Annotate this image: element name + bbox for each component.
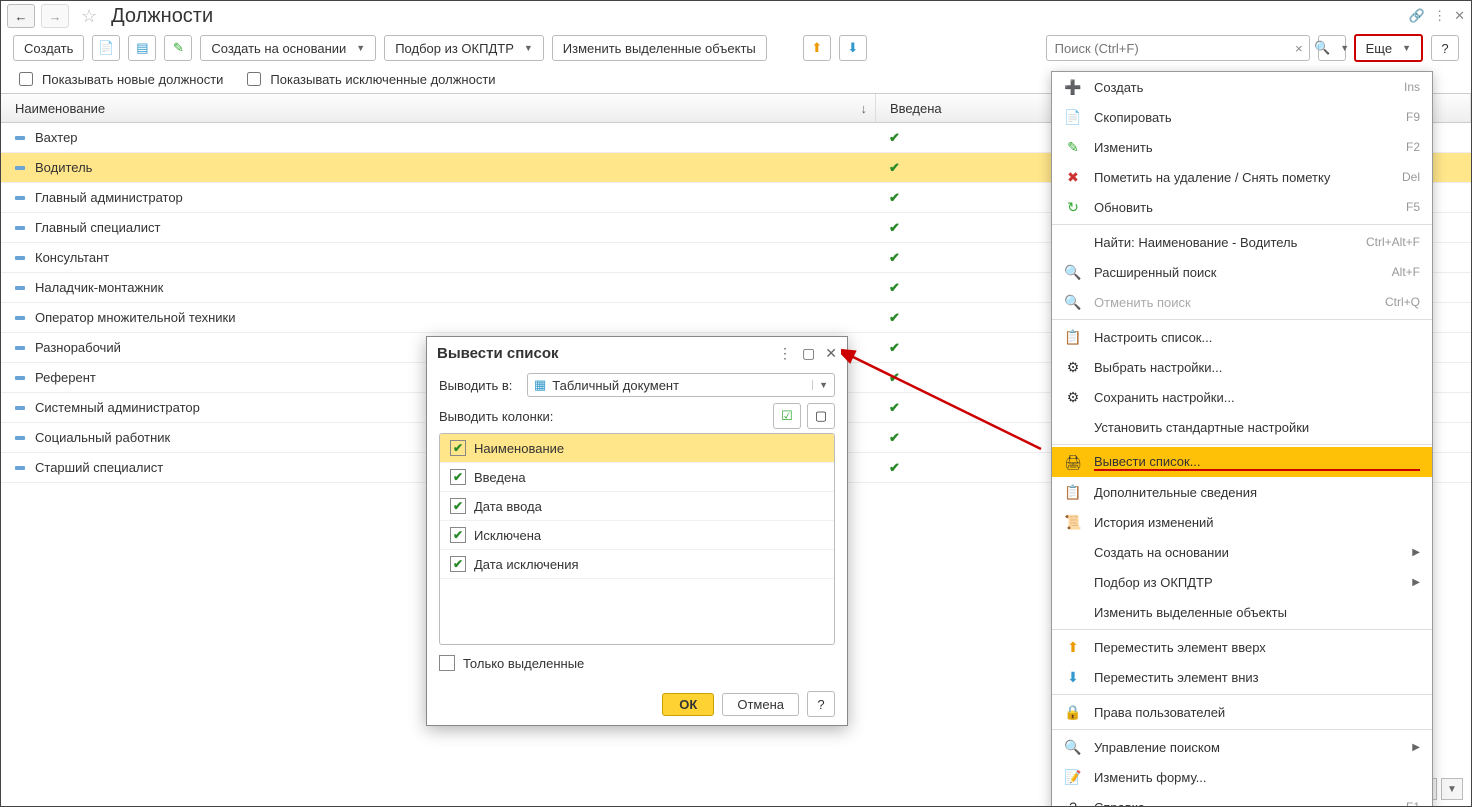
list-item[interactable]: ✔Исключена — [440, 521, 834, 550]
more-button[interactable]: Еще▼ — [1354, 34, 1423, 62]
more-menu: ➕СоздатьIns📄СкопироватьF9✎ИзменитьF2✖Пом… — [1051, 71, 1433, 807]
close-icon[interactable]: ✕ — [1454, 8, 1465, 24]
dialog-maximize-icon[interactable]: ▢ — [802, 345, 815, 362]
menu-item[interactable]: ⚙Выбрать настройки... — [1052, 352, 1432, 382]
list-item[interactable]: ✔Введена — [440, 463, 834, 492]
back-button[interactable]: ← — [7, 4, 35, 28]
help-button[interactable]: ? — [1431, 35, 1459, 61]
search-input[interactable]: × — [1046, 35, 1310, 61]
search-button[interactable]: 🔍▼ — [1318, 35, 1346, 61]
change-selected-button[interactable]: Изменить выделенные объекты — [552, 35, 767, 61]
list-button[interactable]: ▤ — [128, 35, 156, 61]
dialog-close-icon[interactable]: ✕ — [825, 345, 837, 362]
menu-item[interactable]: ⬇Переместить элемент вниз — [1052, 662, 1432, 692]
dialog-help-button[interactable]: ? — [807, 691, 835, 717]
favorite-icon[interactable]: ☆ — [81, 6, 97, 27]
menu-item[interactable]: 📋Настроить список... — [1052, 322, 1432, 352]
show-new-checkbox[interactable]: Показывать новые должности — [15, 69, 223, 89]
column-name[interactable]: Наименование↓ — [1, 94, 876, 122]
menu-item[interactable]: ?СправкаF1 — [1052, 792, 1432, 807]
output-to-select[interactable]: ▦ Табличный документ ▼ — [527, 373, 835, 397]
menu-item[interactable]: Найти: Наименование - ВодительCtrl+Alt+F — [1052, 227, 1432, 257]
menu-item[interactable]: Установить стандартные настройки — [1052, 412, 1432, 442]
create-based-button[interactable]: Создать на основании▼ — [200, 35, 376, 61]
menu-item[interactable]: 📝Изменить форму... — [1052, 762, 1432, 792]
output-list-dialog: Вывести список ⋮ ▢ ✕ Выводить в: ▦ Табли… — [426, 336, 848, 726]
columns-listbox[interactable]: ✔Наименование✔Введена✔Дата ввода✔Исключе… — [439, 433, 835, 645]
menu-item[interactable]: 🔍Расширенный поискAlt+F — [1052, 257, 1432, 287]
only-selected-checkbox[interactable]: Только выделенные — [439, 655, 835, 671]
clear-search-icon[interactable]: × — [1295, 41, 1303, 56]
show-excluded-checkbox[interactable]: Показывать исключенные должности — [243, 69, 495, 89]
menu-item[interactable]: 🖨Вывести список... — [1052, 447, 1432, 477]
menu-item[interactable]: Создать на основании▶ — [1052, 537, 1432, 567]
menu-item[interactable]: ➕СоздатьIns — [1052, 72, 1432, 102]
move-down-button[interactable]: ⬇ — [839, 35, 867, 61]
dialog-kebab-icon[interactable]: ⋮ — [778, 345, 792, 362]
move-up-button[interactable]: ⬆ — [803, 35, 831, 61]
menu-item[interactable]: 📜История изменений — [1052, 507, 1432, 537]
output-to-label: Выводить в: — [439, 378, 519, 393]
cancel-button[interactable]: Отмена — [722, 693, 799, 716]
menu-item[interactable]: 🔍Управление поиском▶ — [1052, 732, 1432, 762]
list-item[interactable]: ✔Наименование — [440, 434, 834, 463]
forward-button[interactable]: → — [41, 4, 69, 28]
link-icon[interactable]: 🔗 — [1409, 8, 1425, 24]
menu-item[interactable]: ✎ИзменитьF2 — [1052, 132, 1432, 162]
menu-item[interactable]: Подбор из ОКПДТР▶ — [1052, 567, 1432, 597]
cols-label: Выводить колонки: — [439, 409, 553, 424]
menu-item[interactable]: 📄СкопироватьF9 — [1052, 102, 1432, 132]
menu-item[interactable]: ⬆Переместить элемент вверх — [1052, 632, 1432, 662]
page-title: Должности — [111, 5, 213, 28]
menu-item[interactable]: 📋Дополнительные сведения — [1052, 477, 1432, 507]
edit-button[interactable]: ✎ — [164, 35, 192, 61]
copy-button[interactable]: 📄 — [92, 35, 120, 61]
ok-button[interactable]: ОК — [662, 693, 714, 716]
menu-item[interactable]: Изменить выделенные объекты — [1052, 597, 1432, 627]
dialog-title: Вывести список — [437, 345, 559, 362]
list-item[interactable]: ✔Дата исключения — [440, 550, 834, 579]
uncheck-all-button[interactable]: ▢ — [807, 403, 835, 429]
menu-item[interactable]: ⚙Сохранить настройки... — [1052, 382, 1432, 412]
pick-okpdtr-button[interactable]: Подбор из ОКПДТР▼ — [384, 35, 544, 61]
list-item[interactable]: ✔Дата ввода — [440, 492, 834, 521]
kebab-icon[interactable]: ⋮ — [1433, 8, 1446, 24]
menu-item[interactable]: 🔒Права пользователей — [1052, 697, 1432, 727]
scroll-down-button[interactable]: ▼ — [1441, 778, 1463, 800]
menu-item[interactable]: ↻ОбновитьF5 — [1052, 192, 1432, 222]
menu-item[interactable]: 🔍Отменить поискCtrl+Q — [1052, 287, 1432, 317]
menu-item[interactable]: ✖Пометить на удаление / Снять пометкуDel — [1052, 162, 1432, 192]
create-button[interactable]: Создать — [13, 35, 84, 61]
check-all-button[interactable]: ☑ — [773, 403, 801, 429]
